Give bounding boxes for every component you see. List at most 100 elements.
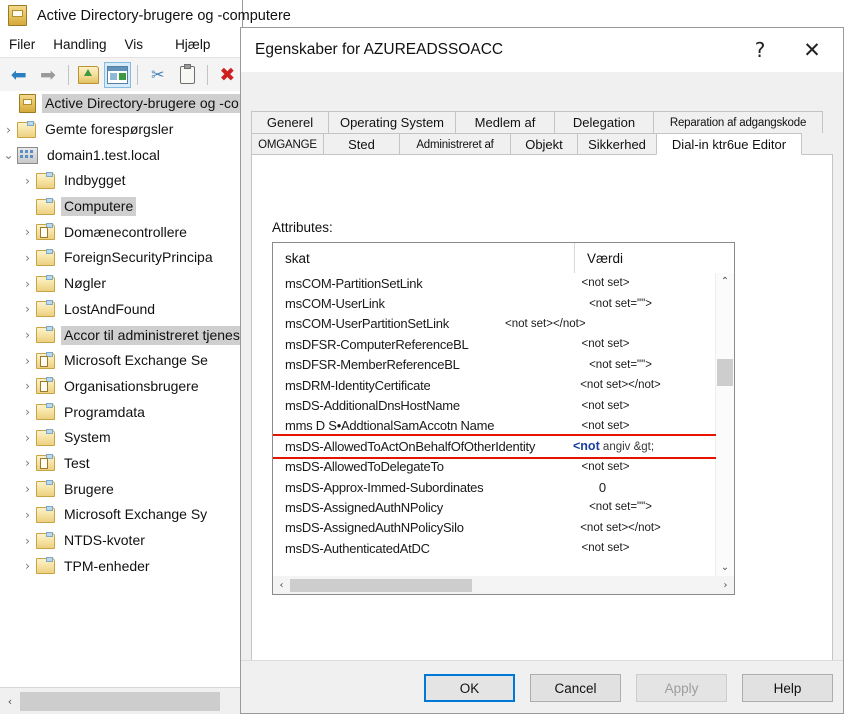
menu-item-hjaelp[interactable]: Hjælp: [166, 35, 219, 54]
scroll-right-icon[interactable]: ›: [717, 580, 734, 591]
menu-bar: Filer Handling Vis Hjælp: [0, 31, 242, 58]
tree-item[interactable]: › System: [0, 425, 241, 451]
chevron-right-icon[interactable]: ›: [19, 174, 36, 188]
tab-objekt[interactable]: Objekt: [510, 133, 578, 155]
chevron-right-icon[interactable]: ›: [19, 379, 36, 393]
chevron-right-icon[interactable]: ›: [19, 277, 36, 291]
tab-reparation-af-adgangskode[interactable]: Reparation af adgangskode: [653, 111, 823, 133]
tree-item[interactable]: › Gemte forespørgsler: [0, 117, 241, 143]
attribute-name: msDFSR-ComputerReferenceBL: [285, 336, 469, 352]
tree-item[interactable]: › Microsoft Exchange Sy: [0, 502, 241, 528]
tree-item[interactable]: ⌄ domain1.test.local: [0, 142, 241, 168]
tree-item[interactable]: › ForeignSecurityPrincipa: [0, 245, 241, 271]
attribute-value: <not set="">: [589, 501, 652, 514]
chevron-right-icon[interactable]: ›: [19, 534, 36, 548]
tree-item[interactable]: › NTDS-kvoter: [0, 528, 241, 554]
listview-horizontal-scrollbar[interactable]: ‹ ›: [273, 576, 734, 594]
ok-button[interactable]: OK: [424, 674, 515, 702]
table-row[interactable]: msDRM-IdentityCertificate <not set></not>: [273, 375, 716, 395]
menu-item-filer[interactable]: Filer: [0, 35, 44, 54]
chevron-right-icon[interactable]: ›: [19, 508, 36, 522]
chevron-right-icon[interactable]: ›: [19, 354, 36, 368]
chevron-right-icon[interactable]: ›: [19, 251, 36, 265]
tree-item[interactable]: › Nøgler: [0, 271, 241, 297]
table-row[interactable]: msDFSR-ComputerReferenceBL <not set>: [273, 334, 716, 354]
table-row[interactable]: msDS-AllowedToDelegateTo <not set>: [273, 457, 716, 477]
table-row[interactable]: msDS-AssignedAuthNPolicySilo <not set></n…: [273, 518, 716, 538]
tree-item[interactable]: › Programdata: [0, 399, 241, 425]
attribute-name: msDS-AllowedToDelegateTo: [285, 459, 444, 475]
scroll-left-icon[interactable]: ‹: [0, 695, 20, 708]
listview-vertical-scrollbar[interactable]: ⌃ ⌄: [715, 273, 734, 576]
tab-dial-in-ktr6ue-editor[interactable]: Dial-in ktr6ue Editor: [656, 133, 802, 155]
chevron-right-icon[interactable]: ›: [19, 456, 36, 470]
tree-item[interactable]: › Domænecontrollere: [0, 219, 241, 245]
attribute-name: msDS-AssignedAuthNPolicy: [285, 499, 444, 515]
chevron-right-icon[interactable]: ›: [19, 482, 36, 496]
tab-medlem-af[interactable]: Medlem af: [455, 111, 555, 133]
tree-item[interactable]: › Microsoft Exchange Se: [0, 348, 241, 374]
scrollbar-thumb[interactable]: [290, 578, 472, 592]
tab-operating-system[interactable]: Operating System: [328, 111, 456, 133]
tree-item[interactable]: Computere: [0, 194, 241, 220]
scroll-up-icon[interactable]: ⌃: [716, 273, 734, 290]
table-row[interactable]: msDS-AuthenticatedAtDC <not set>: [273, 538, 716, 558]
delete-button[interactable]: ✖: [214, 62, 241, 88]
tree-item[interactable]: › LostAndFound: [0, 297, 241, 323]
cut-button[interactable]: ✂: [144, 62, 171, 88]
column-header-name[interactable]: skat: [273, 243, 575, 273]
tab-omgange[interactable]: OMGANGE: [251, 133, 324, 155]
scrollbar-thumb[interactable]: [20, 691, 220, 711]
tree-item[interactable]: › Test: [0, 451, 241, 477]
tab-sted[interactable]: Sted: [323, 133, 400, 155]
chevron-right-icon[interactable]: ›: [19, 405, 36, 419]
chevron-right-icon[interactable]: ›: [19, 225, 36, 239]
table-row[interactable]: mms D S•AddtionalSamAccotn Name <not set>: [273, 416, 716, 436]
help-icon[interactable]: ?: [737, 28, 783, 71]
scroll-down-icon[interactable]: ⌄: [716, 559, 734, 576]
table-row[interactable]: msCOM-PartitionSetLink <not set>: [273, 273, 716, 293]
show-hide-console-tree-button[interactable]: [103, 62, 132, 88]
chevron-right-icon[interactable]: ›: [19, 431, 36, 445]
menu-item-vis[interactable]: Vis: [116, 35, 153, 54]
up-one-level-button[interactable]: [75, 62, 102, 88]
tree-item[interactable]: › Indbygget: [0, 168, 241, 194]
domain-icon: [17, 146, 38, 164]
chevron-right-icon[interactable]: ›: [19, 559, 36, 573]
scrollbar-thumb[interactable]: [717, 359, 733, 386]
forward-button[interactable]: ➡: [34, 62, 61, 88]
scroll-left-icon[interactable]: ‹: [273, 580, 290, 591]
table-row[interactable]: msCOM-UserLink <not set="">: [273, 293, 716, 313]
back-button[interactable]: ⬅: [5, 62, 32, 88]
cancel-button[interactable]: Cancel: [530, 674, 621, 702]
tab-delegation[interactable]: Delegation: [554, 111, 654, 133]
chevron-right-icon[interactable]: ›: [19, 302, 36, 316]
tree-item-label: Accor til administreret tjeneste: [61, 325, 241, 345]
console-tree[interactable]: Active Directory-brugere og -co. › Gemte f…: [0, 91, 241, 686]
chevron-right-icon[interactable]: ›: [0, 123, 17, 137]
tree-item[interactable]: › Accor til administreret tjeneste: [0, 322, 241, 348]
column-header-value[interactable]: Værdi: [575, 243, 734, 273]
tree-item[interactable]: › Organisationsbrugere: [0, 374, 241, 400]
table-row[interactable]: msDS-Approx-Immed-Subordinates 0: [273, 477, 716, 497]
table-row-highlighted[interactable]: msDS-AllowedToActOnBehalfOfOtherIdentity…: [273, 434, 716, 459]
tree-horizontal-scrollbar[interactable]: ‹: [0, 687, 242, 714]
tree-item-label: NTDS-kvoter: [64, 532, 145, 549]
table-row[interactable]: msDS-AdditionalDnsHostName <not set>: [273, 395, 716, 415]
table-row[interactable]: msCOM-UserPartitionSetLink <not set></not…: [273, 314, 716, 334]
tab-generel[interactable]: Generel: [251, 111, 329, 133]
paste-button[interactable]: [173, 62, 200, 88]
help-button[interactable]: Help: [742, 674, 833, 702]
tree-item[interactable]: › TPM-enheder: [0, 553, 241, 579]
attributes-listview[interactable]: skat Værdi msCOM-PartitionSetLink <not se…: [272, 242, 735, 595]
tab-sikkerhed[interactable]: Sikkerhed: [577, 133, 657, 155]
tree-item[interactable]: › Brugere: [0, 476, 241, 502]
table-row[interactable]: msDFSR-MemberReferenceBL <not set="">: [273, 355, 716, 375]
close-icon[interactable]: ✕: [789, 28, 835, 71]
menu-item-handling[interactable]: Handling: [44, 35, 115, 54]
tree-item[interactable]: Active Directory-brugere og -co.: [0, 91, 241, 117]
table-row[interactable]: msDS-AssignedAuthNPolicy <not set="">: [273, 497, 716, 517]
chevron-down-icon[interactable]: ⌄: [0, 148, 17, 162]
chevron-right-icon[interactable]: ›: [19, 328, 36, 342]
tab-administreret-af[interactable]: Administreret af: [399, 133, 511, 155]
